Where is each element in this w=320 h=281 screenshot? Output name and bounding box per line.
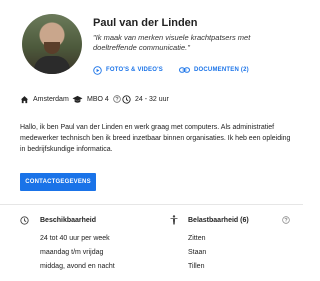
location-text: Amsterdam: [33, 95, 69, 103]
photos-videos-link[interactable]: FOTO'S & VIDEO'S: [93, 64, 163, 76]
profile-description: Hallo, ik ben Paul van der Linden en wer…: [20, 124, 291, 153]
workload-item: Tillen: [188, 263, 205, 270]
help-circle-icon[interactable]: [113, 95, 121, 103]
availability-title: Beschikbaarheid: [40, 217, 97, 224]
help-circle-icon[interactable]: [282, 216, 290, 224]
profile-name: Paul van der Linden: [93, 17, 198, 29]
workload-item: Zitten: [188, 235, 206, 242]
education-text: MBO 4: [87, 95, 109, 103]
home-icon: [20, 95, 29, 103]
location-info: Amsterdam: [20, 94, 69, 104]
availability-item: middag, avond en nacht: [40, 263, 115, 270]
person-icon: [170, 215, 178, 225]
availability-item: 24 tot 40 uur per week: [40, 235, 110, 242]
education-info: MBO 4: [72, 94, 121, 104]
hours-text: 24 - 32 uur: [135, 95, 169, 103]
divider: [0, 204, 303, 205]
profile-tagline: "Ik maak van merken visuele krachtpatser…: [93, 33, 251, 52]
documents-link[interactable]: DOCUMENTEN (2): [179, 64, 249, 76]
contact-details-button[interactable]: CONTACTGEGEVENS: [20, 173, 96, 191]
photos-videos-label: FOTO'S & VIDEO'S: [106, 67, 163, 73]
availability-item: maandag t/m vrijdag: [40, 249, 104, 256]
avatar: [22, 14, 82, 74]
documents-label: DOCUMENTEN (2): [194, 67, 249, 73]
play-circle-icon: [93, 65, 102, 75]
profile-card: Paul van der Linden "Ik maak van merken …: [0, 0, 303, 281]
workload-item: Staan: [188, 249, 207, 256]
hours-info: 24 - 32 uur: [122, 94, 169, 104]
clock-icon: [20, 216, 29, 225]
clock-icon: [122, 94, 131, 104]
graduation-cap-icon: [72, 95, 83, 103]
workload-title: Belastbaarheid (6): [188, 217, 249, 224]
link-icon: [179, 67, 190, 73]
